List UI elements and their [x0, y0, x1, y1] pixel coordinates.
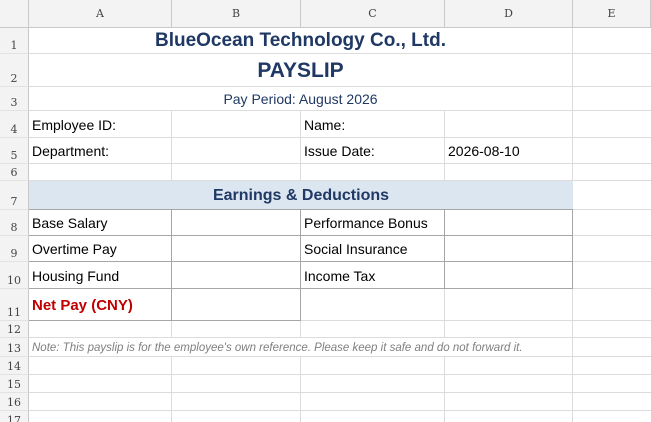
net-pay-label[interactable]: Net Pay (CNY) — [32, 289, 170, 321]
footer-note[interactable]: Note: This payslip is for the employee's… — [32, 338, 592, 357]
row-header-13[interactable]: 13 — [0, 338, 29, 357]
row-header-11[interactable]: 11 — [0, 289, 29, 321]
row-header-1[interactable]: 1 — [0, 28, 29, 54]
row-header-6[interactable]: 6 — [0, 164, 29, 181]
housing-fund-label[interactable]: Housing Fund — [32, 262, 170, 289]
pay-period[interactable]: Pay Period: August 2026 — [29, 87, 572, 111]
base-salary-value[interactable] — [173, 210, 300, 236]
section-header[interactable]: Earnings & Deductions — [29, 181, 573, 210]
row-header-2[interactable]: 2 — [0, 54, 29, 87]
row-header-10[interactable]: 10 — [0, 262, 29, 289]
table-border — [171, 209, 172, 321]
income-tax-value[interactable] — [446, 262, 572, 289]
column-header-b[interactable]: B — [172, 0, 301, 28]
column-header-d[interactable]: D — [445, 0, 573, 28]
payslip-title[interactable]: PAYSLIP — [29, 54, 572, 87]
employee-id-label[interactable]: Employee ID: — [32, 111, 170, 138]
column-header-e[interactable]: E — [573, 0, 651, 28]
social-insurance-label[interactable]: Social Insurance — [304, 236, 444, 262]
issue-date-value[interactable]: 2026-08-10 — [448, 138, 572, 164]
overtime-pay-label[interactable]: Overtime Pay — [32, 236, 170, 262]
select-all-corner[interactable] — [0, 0, 29, 28]
row-header-12[interactable]: 12 — [0, 321, 29, 338]
name-value[interactable] — [446, 111, 572, 138]
net-pay-value[interactable] — [173, 289, 300, 321]
table-border — [300, 209, 301, 321]
column-header-c[interactable]: C — [301, 0, 445, 28]
base-salary-label[interactable]: Base Salary — [32, 210, 170, 236]
table-border — [572, 209, 573, 289]
overtime-pay-value[interactable] — [173, 236, 300, 262]
row-header-9[interactable]: 9 — [0, 236, 29, 262]
income-tax-label[interactable]: Income Tax — [304, 262, 444, 289]
department-label[interactable]: Department: — [32, 138, 170, 164]
performance-bonus-label[interactable]: Performance Bonus — [304, 210, 444, 236]
row-header-3[interactable]: 3 — [0, 87, 29, 111]
row-header-7[interactable]: 7 — [0, 181, 29, 210]
column-header-a[interactable]: A — [29, 0, 172, 28]
employee-id-value[interactable] — [173, 111, 300, 138]
row-header-14[interactable]: 14 — [0, 357, 29, 375]
name-label[interactable]: Name: — [304, 111, 444, 138]
row-header-4[interactable]: 4 — [0, 111, 29, 138]
spreadsheet-grid: A B C D E 1 2 3 4 5 6 7 8 9 10 11 12 13 … — [0, 0, 651, 422]
row-header-16[interactable]: 16 — [0, 393, 29, 411]
row-header-15[interactable]: 15 — [0, 375, 29, 393]
department-value[interactable] — [173, 138, 300, 164]
gridline — [29, 374, 651, 375]
row-header-8[interactable]: 8 — [0, 210, 29, 236]
housing-fund-value[interactable] — [173, 262, 300, 289]
performance-bonus-value[interactable] — [446, 210, 572, 236]
gridline — [29, 392, 651, 393]
social-insurance-value[interactable] — [446, 236, 572, 262]
row-header-17[interactable]: 17 — [0, 411, 29, 422]
table-border — [444, 209, 445, 289]
company-name[interactable]: BlueOcean Technology Co., Ltd. — [29, 28, 572, 54]
gridline — [29, 410, 651, 411]
row-header-5[interactable]: 5 — [0, 138, 29, 164]
issue-date-label[interactable]: Issue Date: — [304, 138, 444, 164]
